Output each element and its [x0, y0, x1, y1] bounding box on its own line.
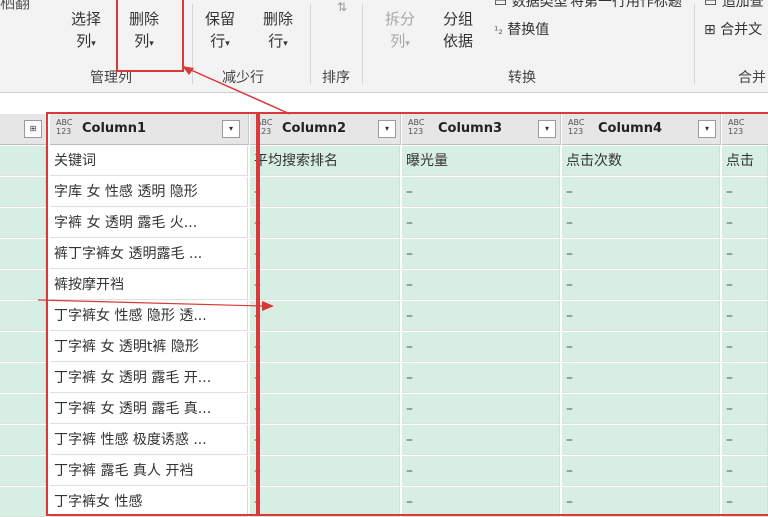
annotation-arrows	[37, 65, 291, 311]
